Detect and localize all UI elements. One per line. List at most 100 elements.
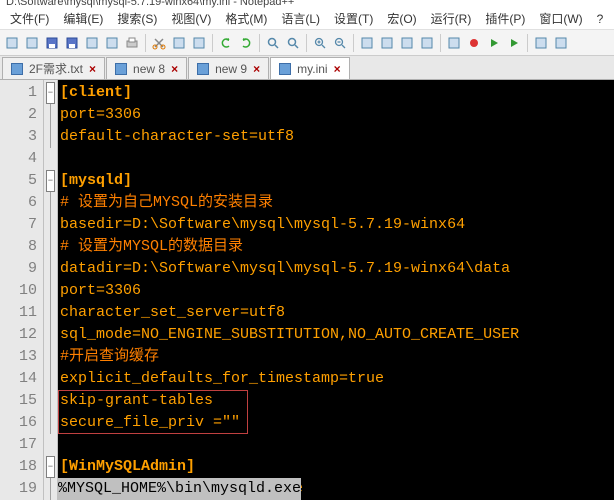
code-line[interactable]: explicit_defaults_for_timestamp=true: [60, 368, 614, 390]
code-line[interactable]: [60, 148, 614, 170]
new-button[interactable]: [3, 34, 21, 52]
code-line[interactable]: basedir=D:\Software\mysql\mysql-5.7.19-w…: [60, 214, 614, 236]
close-button[interactable]: [83, 34, 101, 52]
fold-guide: [50, 236, 51, 258]
fold-cell[interactable]: −: [44, 456, 57, 478]
menu-item[interactable]: 语言(L): [275, 8, 326, 29]
menu-item[interactable]: 窗口(W): [533, 8, 588, 29]
menu-item[interactable]: 设置(T): [328, 8, 379, 29]
fold-cell: [44, 104, 57, 126]
close-icon[interactable]: ×: [171, 62, 178, 76]
find-button[interactable]: [264, 34, 282, 52]
menu-item[interactable]: 宏(O): [381, 8, 422, 29]
undo-button[interactable]: [217, 34, 235, 52]
code-line[interactable]: [mysqld]: [60, 170, 614, 192]
line-number: 16: [0, 412, 43, 434]
fold-cell[interactable]: −: [44, 82, 57, 104]
code-line[interactable]: [60, 434, 614, 456]
code-line[interactable]: port=3306: [60, 104, 614, 126]
menu-item[interactable]: 编辑(E): [57, 8, 109, 29]
line-number: 7: [0, 214, 43, 236]
code-line[interactable]: default-character-set=utf8: [60, 126, 614, 148]
fold-cell: [44, 478, 57, 500]
line-number-gutter: 12345678910111213141516171819: [0, 80, 44, 500]
cut-button[interactable]: [150, 34, 168, 52]
code-line[interactable]: # 设置为MYSQL的数据目录: [60, 236, 614, 258]
code-line[interactable]: port=3306: [60, 280, 614, 302]
wrap-button[interactable]: [358, 34, 376, 52]
close-icon[interactable]: ×: [334, 62, 341, 76]
macro-play-button[interactable]: [485, 34, 503, 52]
line-number: 3: [0, 126, 43, 148]
tab-label: 2F需求.txt: [29, 60, 83, 77]
replace-button[interactable]: [284, 34, 302, 52]
fold-toggle-icon[interactable]: −: [46, 456, 55, 478]
file-icon: [279, 63, 291, 75]
fold-cell: [44, 280, 57, 302]
fold-toggle-icon[interactable]: −: [46, 170, 55, 192]
menu-item[interactable]: 插件(P): [479, 8, 531, 29]
save-button[interactable]: [43, 34, 61, 52]
close-icon[interactable]: ×: [89, 62, 96, 76]
save-all-button[interactable]: [63, 34, 81, 52]
macro-rec-button[interactable]: [465, 34, 483, 52]
code-line[interactable]: # 设置为自己MYSQL的安装目录: [60, 192, 614, 214]
all-chars-button[interactable]: [378, 34, 396, 52]
tab[interactable]: new 9×: [188, 57, 269, 79]
toolbar-separator: [212, 34, 213, 52]
zoom-in-button[interactable]: [311, 34, 329, 52]
menu-item[interactable]: 运行(R): [425, 8, 478, 29]
copy-button[interactable]: [170, 34, 188, 52]
indent-button[interactable]: [398, 34, 416, 52]
line-number: 11: [0, 302, 43, 324]
fold-guide: [50, 368, 51, 390]
tab-label: my.ini: [297, 62, 327, 76]
fold-cell[interactable]: −: [44, 170, 57, 192]
zoom-out-button[interactable]: [331, 34, 349, 52]
line-number: 15: [0, 390, 43, 412]
code-line[interactable]: character_set_server=utf8: [60, 302, 614, 324]
toolbar-separator: [259, 34, 260, 52]
toolbar: [0, 30, 614, 56]
fold-cell: [44, 412, 57, 434]
fold-cell: [44, 148, 57, 170]
print-button[interactable]: [123, 34, 141, 52]
menu-item[interactable]: 搜索(S): [111, 8, 163, 29]
code-line[interactable]: skip-grant-tables: [60, 390, 614, 412]
code-line[interactable]: #开启查询缓存: [60, 346, 614, 368]
current-line-highlight: %MYSQL_HOME%\bin\mysqld.exe: [58, 478, 301, 500]
editor-area[interactable]: 12345678910111213141516171819 − − − [clien…: [0, 80, 614, 500]
fold-toggle-icon[interactable]: −: [46, 82, 55, 104]
fold-column: − − −: [44, 80, 58, 500]
tab[interactable]: new 8×: [106, 57, 187, 79]
open-button[interactable]: [23, 34, 41, 52]
eol-button[interactable]: [445, 34, 463, 52]
code-line[interactable]: [client]: [60, 82, 614, 104]
fold-cell: [44, 324, 57, 346]
fold-guide: [50, 104, 51, 126]
macro-multi-button[interactable]: [505, 34, 523, 52]
close-icon[interactable]: ×: [253, 62, 260, 76]
title-bar: D:\Software\mysql\mysql-5.7.19-winx64\my…: [0, 0, 614, 8]
code-line[interactable]: secure_file_priv ="": [60, 412, 614, 434]
menu-item[interactable]: ?: [591, 10, 610, 28]
code-area[interactable]: [client]port=3306default-character-set=u…: [58, 80, 614, 500]
close-all-button[interactable]: [103, 34, 121, 52]
line-number: 6: [0, 192, 43, 214]
code-line[interactable]: sql_mode=NO_ENGINE_SUBSTITUTION,NO_AUTO_…: [60, 324, 614, 346]
file-icon: [11, 63, 23, 75]
tab[interactable]: my.ini ×: [270, 57, 349, 79]
paste-button[interactable]: [190, 34, 208, 52]
toolbar-separator: [306, 34, 307, 52]
menu-item[interactable]: 视图(V): [165, 8, 217, 29]
tab[interactable]: 2F需求.txt ×: [2, 57, 105, 79]
lang-button[interactable]: [418, 34, 436, 52]
redo-button[interactable]: [237, 34, 255, 52]
spell-button[interactable]: [532, 34, 550, 52]
doc-map-button[interactable]: [552, 34, 570, 52]
fold-cell: [44, 390, 57, 412]
code-line[interactable]: datadir=D:\Software\mysql\mysql-5.7.19-w…: [60, 258, 614, 280]
menu-item[interactable]: 文件(F): [4, 8, 55, 29]
code-line[interactable]: [WinMySQLAdmin]: [60, 456, 614, 478]
menu-item[interactable]: 格式(M): [219, 8, 273, 29]
